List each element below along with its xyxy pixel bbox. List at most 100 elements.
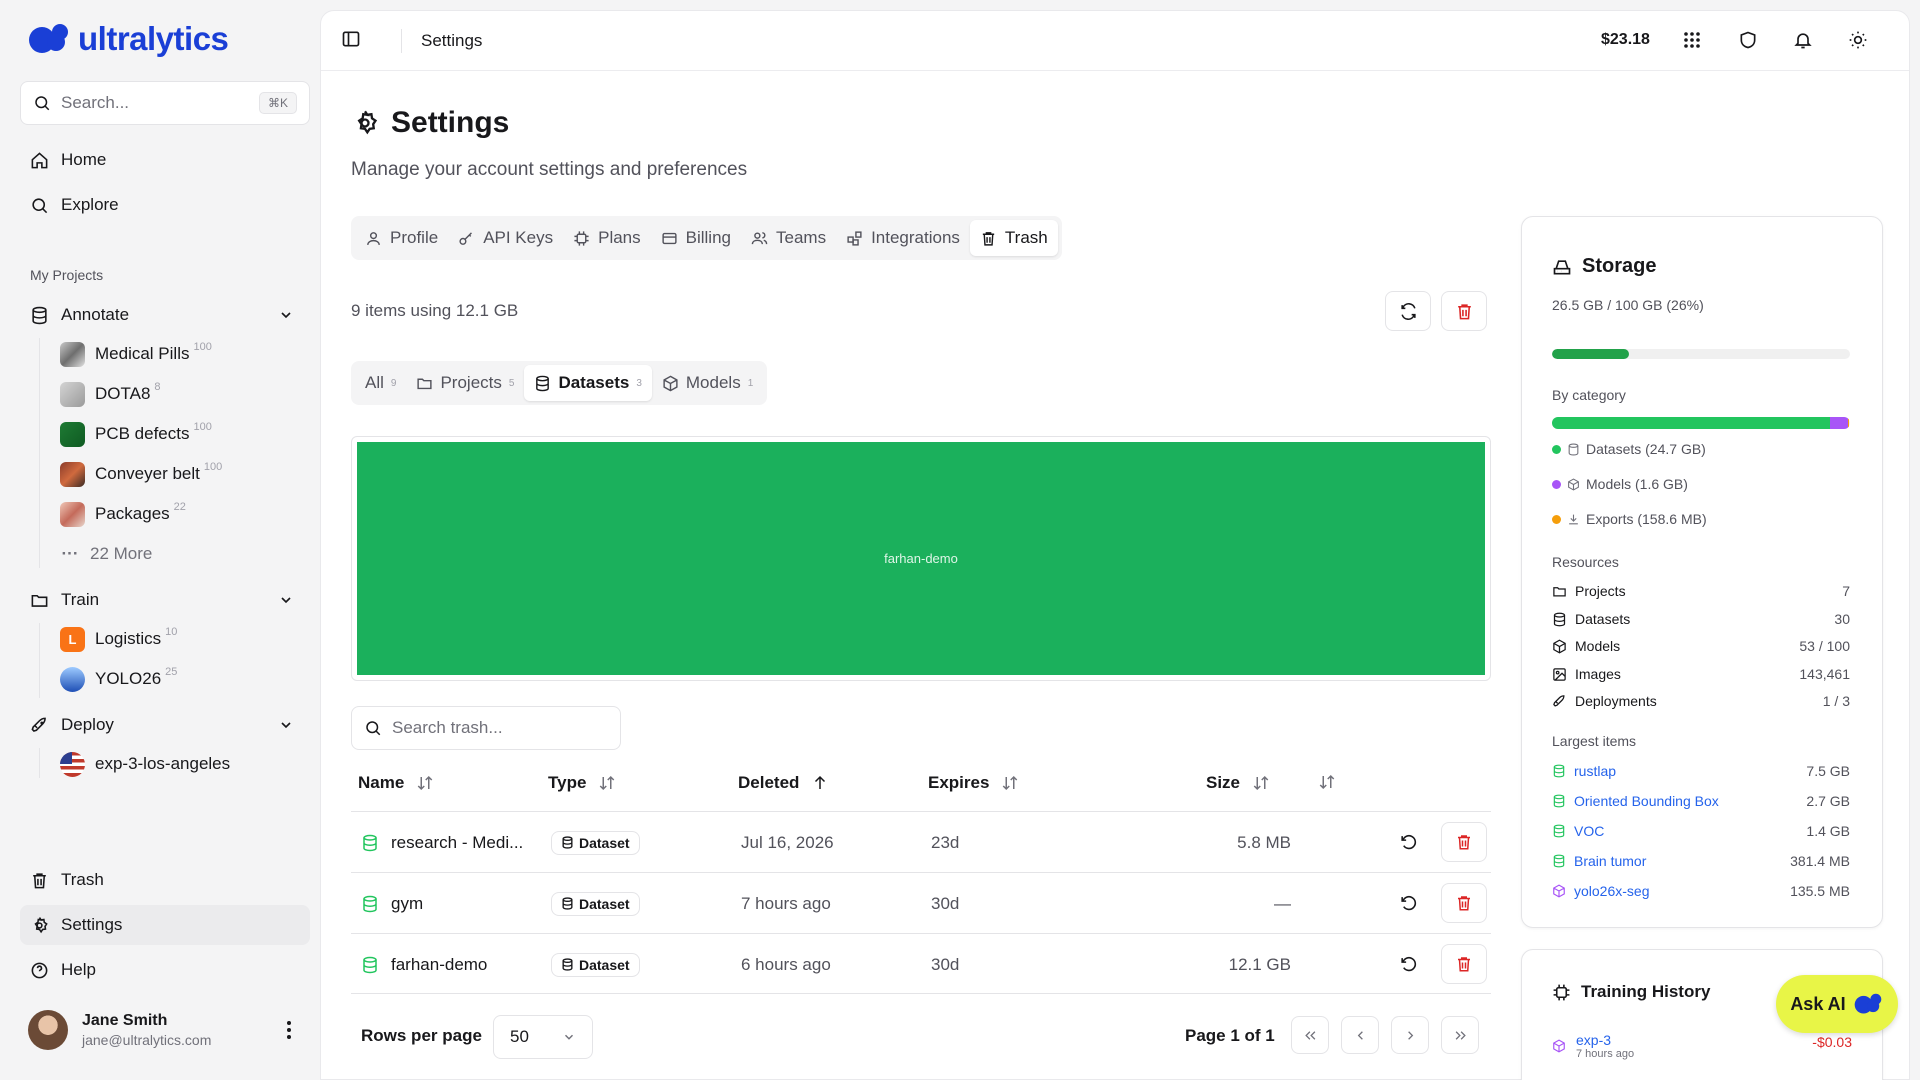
project-pcb-defects[interactable]: PCB defects 100 (60, 415, 212, 453)
nav-settings[interactable]: Settings (20, 905, 310, 945)
trash-icon (1458, 835, 1470, 850)
table-row[interactable]: gym Dataset 7 hours ago 30d — (351, 872, 1491, 933)
project-dota8[interactable]: DOTA8 8 (60, 375, 161, 413)
search-input[interactable]: Search... ⌘K (20, 81, 310, 125)
refresh-button[interactable] (1385, 291, 1431, 331)
column-label: Deleted (738, 773, 800, 792)
project-medical-pills[interactable]: Medical Pills 100 (60, 335, 212, 373)
sidebar-toggle-icon (342, 31, 360, 47)
training-item[interactable]: exp-3 7 hours ago (1552, 1032, 1634, 1060)
tab-billing[interactable]: Billing (651, 220, 741, 256)
delete-permanently-button[interactable] (1441, 944, 1487, 984)
security-button[interactable] (1738, 30, 1758, 50)
chevron-down-icon[interactable] (278, 307, 294, 323)
filter-all[interactable]: All 9 (355, 365, 406, 401)
nav-explore[interactable]: Explore (20, 185, 310, 225)
theme-toggle-button[interactable] (1848, 30, 1868, 50)
largest-item-link[interactable]: VOC (1574, 823, 1604, 839)
tab-plans[interactable]: Plans (563, 220, 651, 256)
deployment-exp-3-los-angeles[interactable]: exp-3-los-angeles (60, 745, 230, 783)
nav-trash[interactable]: Trash (20, 860, 310, 900)
tab-trash[interactable]: Trash (969, 220, 1058, 256)
tab-api-keys[interactable]: API Keys (448, 220, 563, 256)
more-vertical-icon[interactable] (286, 1020, 292, 1040)
largest-item-link[interactable]: Brain tumor (1574, 853, 1646, 869)
project-label: Logistics (95, 629, 162, 648)
column-header-name[interactable]: Name (358, 773, 434, 793)
nav-train[interactable]: Train (20, 580, 310, 620)
chevrons-left-icon (1304, 1030, 1315, 1040)
rows-per-page-select[interactable]: 50 (493, 1015, 593, 1059)
more-projects[interactable]: ··· 22 More (60, 535, 153, 573)
main-panel: Settings $23.18 Settings Manage your acc… (320, 10, 1910, 1080)
nav-annotate[interactable]: Annotate (20, 295, 310, 335)
user-profile[interactable]: Jane Smith jane@ultralytics.com (28, 1010, 211, 1050)
balance[interactable]: $23.18 (1601, 31, 1650, 49)
column-header-expires[interactable]: Expires (928, 773, 1019, 793)
delete-permanently-button[interactable] (1441, 822, 1487, 862)
largest-item[interactable]: yolo26x-seg 135.5 MB (1552, 883, 1850, 899)
filter-models[interactable]: Models 1 (652, 365, 763, 401)
largest-item-link[interactable]: rustlap (1574, 763, 1616, 779)
column-header-deleted[interactable]: Deleted (738, 773, 829, 793)
project-yolo26[interactable]: YOLO26 25 (60, 660, 177, 698)
column-header-actions-sort[interactable] (1318, 773, 1336, 791)
chevron-down-icon[interactable] (278, 592, 294, 608)
training-item-name[interactable]: exp-3 (1576, 1032, 1634, 1048)
trash-search-input[interactable]: Search trash... (351, 706, 621, 750)
largest-item[interactable]: Oriented Bounding Box 2.7 GB (1552, 793, 1850, 809)
notifications-button[interactable] (1793, 30, 1813, 50)
column-header-type[interactable]: Type (548, 773, 616, 793)
row-name[interactable]: farhan-demo (391, 955, 487, 975)
storage-usage-fill (1552, 349, 1630, 359)
restore-icon[interactable] (1399, 894, 1418, 913)
nav-help[interactable]: Help (20, 950, 310, 990)
apps-button[interactable] (1683, 31, 1701, 49)
resource-value: 143,461 (1799, 666, 1850, 682)
nav-deploy[interactable]: Deploy (20, 705, 310, 745)
largest-item[interactable]: VOC 1.4 GB (1552, 823, 1850, 839)
logo[interactable]: ultralytics (28, 20, 229, 58)
ask-ai-button[interactable]: Ask AI (1776, 975, 1898, 1033)
project-logistics[interactable]: L Logistics 10 (60, 620, 177, 658)
row-name[interactable]: gym (391, 894, 423, 914)
first-page-button[interactable] (1291, 1016, 1329, 1054)
filter-count: 3 (636, 377, 642, 389)
previous-page-button[interactable] (1341, 1016, 1379, 1054)
filter-datasets[interactable]: Datasets 3 (524, 365, 652, 401)
tab-integrations[interactable]: Integrations (836, 220, 970, 256)
divider (401, 29, 402, 53)
nav-home[interactable]: Home (20, 140, 310, 180)
project-thumbnail (60, 666, 85, 692)
restore-icon[interactable] (1399, 955, 1418, 974)
last-page-button[interactable] (1441, 1016, 1479, 1054)
largest-item-link[interactable]: yolo26x-seg (1574, 883, 1650, 899)
restore-icon[interactable] (1399, 833, 1418, 852)
filter-count: 9 (390, 377, 397, 389)
filter-projects[interactable]: Projects 5 (406, 365, 524, 401)
nav-home-label: Home (61, 150, 107, 169)
chevron-down-icon[interactable] (278, 717, 294, 733)
largest-item[interactable]: rustlap 7.5 GB (1552, 763, 1850, 779)
shield-icon (1740, 31, 1756, 49)
project-thumbnail (60, 501, 85, 527)
delete-permanently-button[interactable] (1441, 883, 1487, 923)
table-row[interactable]: research - Medi... Dataset Jul 16, 2026 … (351, 811, 1491, 872)
next-page-button[interactable] (1391, 1016, 1429, 1054)
nav-annotate-label: Annotate (61, 305, 130, 324)
sidebar-toggle-button[interactable] (341, 29, 361, 49)
project-conveyer-belt[interactable]: Conveyer belt 100 (60, 455, 222, 493)
row-name[interactable]: research - Medi... (391, 833, 523, 853)
column-header-size[interactable]: Size (1206, 773, 1270, 793)
treemap-cell[interactable]: farhan-demo (357, 442, 1485, 675)
largest-item-size: 2.7 GB (1806, 793, 1850, 809)
page-subtitle: Manage your account settings and prefere… (351, 159, 748, 180)
project-packages[interactable]: Packages 22 (60, 495, 186, 533)
largest-item-link[interactable]: Oriented Bounding Box (1574, 793, 1719, 809)
tab-profile[interactable]: Profile (355, 220, 448, 256)
empty-trash-button[interactable] (1441, 291, 1487, 331)
table-row[interactable]: farhan-demo Dataset 6 hours ago 30d 12.1… (351, 933, 1491, 994)
largest-item[interactable]: Brain tumor 381.4 MB (1552, 853, 1850, 869)
nav-help-label: Help (61, 960, 96, 979)
tab-teams[interactable]: Teams (741, 220, 836, 256)
